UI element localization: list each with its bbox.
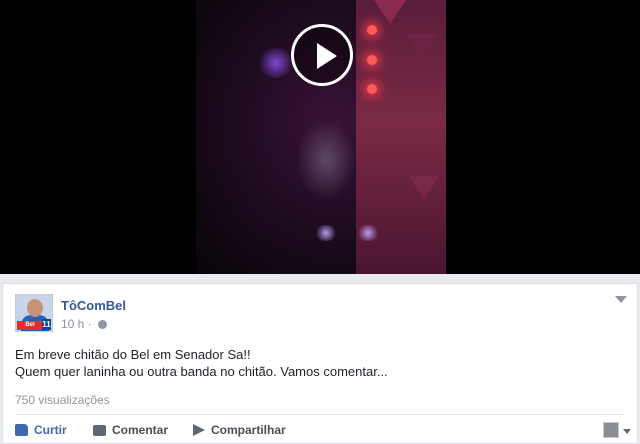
action-bar: Curtir Comentar Compartilhar <box>3 420 637 442</box>
purple-light <box>356 225 380 241</box>
stage-light <box>367 55 377 65</box>
comment-icon <box>93 424 106 436</box>
post-text: Em breve chitão do Bel em Senador Sa!! Q… <box>15 346 388 380</box>
avatar-badge: Bel Júnior <box>17 321 43 330</box>
chevron-down-icon[interactable] <box>615 296 627 303</box>
avatar[interactable]: Bel Júnior 11 <box>15 294 53 332</box>
globe-icon <box>98 320 108 329</box>
share-arrow-icon <box>193 424 205 436</box>
purple-light <box>256 48 296 78</box>
share-button[interactable]: Compartilhar <box>193 423 286 437</box>
post-card: Bel Júnior 11 TôComBel 10 h · Em breve c… <box>2 283 638 444</box>
page-name-link[interactable]: TôComBel <box>61 298 126 313</box>
like-button[interactable]: Curtir <box>15 423 67 437</box>
post-text-line: Em breve chitão do Bel em Senador Sa!! <box>15 347 251 362</box>
stage-light <box>367 84 377 94</box>
performer-silhouette <box>296 120 356 200</box>
share-label: Compartilhar <box>211 423 286 437</box>
view-count: 750 visualizações <box>15 393 110 407</box>
decor-flag <box>374 0 406 24</box>
comment-button[interactable]: Comentar <box>93 423 168 437</box>
decor-flag <box>406 34 438 56</box>
meta-separator: · <box>87 317 92 331</box>
avatar-number: 11 <box>42 319 51 330</box>
post-text-line: Quem quer laninha ou outra banda no chit… <box>15 364 388 379</box>
viewer-avatar[interactable] <box>603 422 619 438</box>
decor-flag <box>408 176 440 198</box>
like-label: Curtir <box>34 423 67 437</box>
post-time[interactable]: 10 h <box>61 317 84 331</box>
divider <box>15 414 625 415</box>
play-icon[interactable] <box>291 24 353 86</box>
purple-light <box>314 225 338 241</box>
comment-label: Comentar <box>112 423 169 437</box>
video-player[interactable] <box>0 0 640 274</box>
post-meta: 10 h · <box>61 317 108 331</box>
chevron-down-icon[interactable] <box>623 429 631 434</box>
stage-light <box>367 25 377 35</box>
thumbs-up-icon <box>15 424 28 436</box>
